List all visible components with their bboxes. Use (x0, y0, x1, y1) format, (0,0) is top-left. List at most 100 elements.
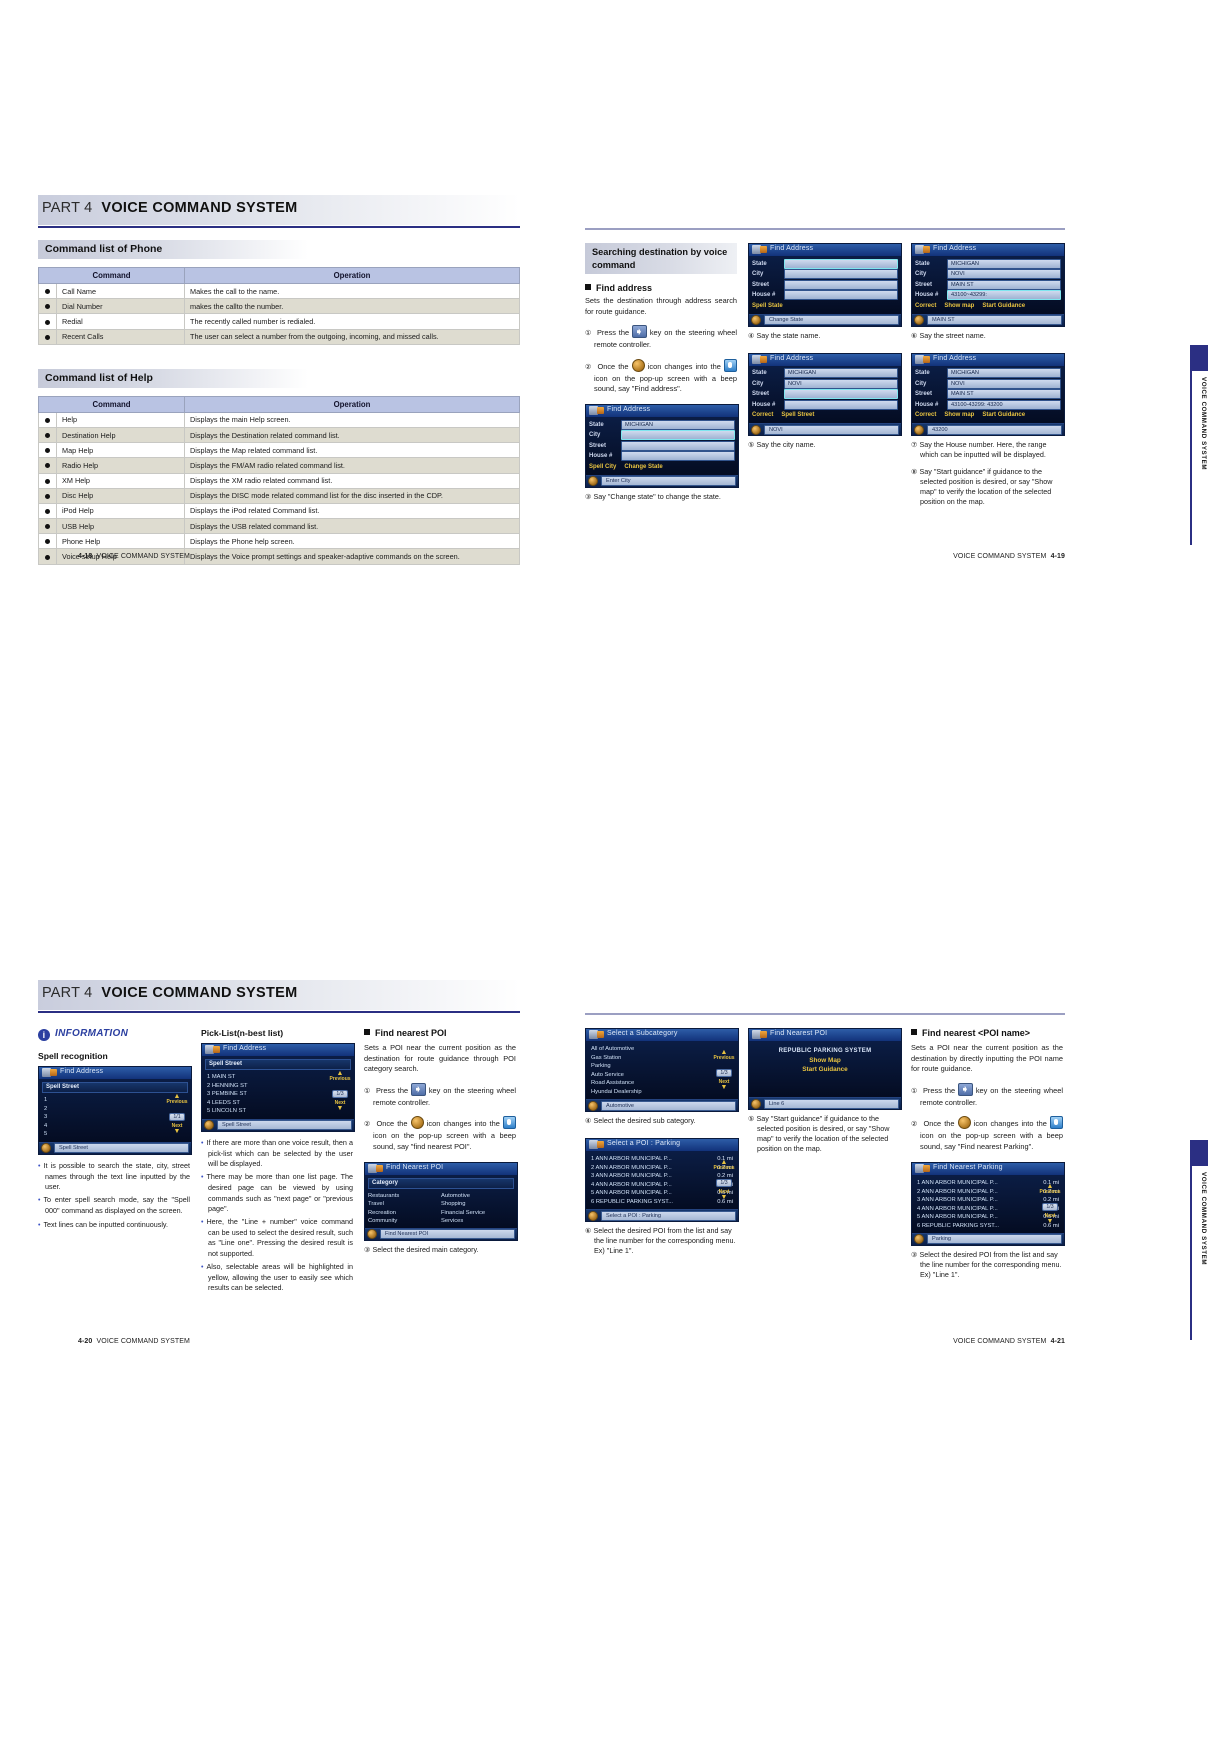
nav-pager-controls[interactable]: ▲ Previous 1/3 Next ▼ (712, 1049, 736, 1091)
nav-field-row[interactable]: City (752, 269, 898, 279)
nav-screen-poi-list[interactable]: Select a POI : Parking 1 ANN ARBOR MUNIC… (585, 1138, 739, 1222)
nav-screen-find-address-blank[interactable]: Find Address State MICHIGAN City Street H… (585, 404, 739, 488)
nav-field-row[interactable]: House # 43100-43299: 43200 (915, 399, 1061, 410)
previous-label[interactable]: Previous (712, 1165, 736, 1171)
chevron-down-icon[interactable]: ▼ (712, 1194, 736, 1201)
nav-field-label: City (589, 432, 601, 439)
nav-field-row[interactable]: City (589, 430, 735, 441)
nav-screen-find-nearest-poi-result[interactable]: Find Nearest POI REPUBLIC PARKING SYSTEM… (748, 1028, 902, 1110)
nav-field-row[interactable]: State MICHIGAN (915, 258, 1061, 269)
nav-field-row[interactable]: State MICHIGAN (915, 368, 1061, 378)
nav-field-row[interactable]: House # (752, 290, 898, 300)
nav-field-row[interactable]: City NOVI (915, 378, 1061, 389)
nav-field-row[interactable]: State MICHIGAN (752, 368, 898, 378)
nav-field-value[interactable] (621, 440, 735, 451)
poi-result-option[interactable]: Start Guidance (752, 1065, 898, 1074)
poi-category-item[interactable]: Financial Service (441, 1209, 514, 1218)
nav-field-value[interactable]: MAIN ST (947, 389, 1061, 399)
nav-field-value[interactable]: NOVI (784, 378, 898, 389)
nav-field-value[interactable]: MICHIGAN (621, 419, 735, 430)
nav-menu-item[interactable]: Show map (944, 412, 974, 418)
nav-field-value[interactable]: 43100~43299: (947, 290, 1061, 300)
nav-menu-item[interactable]: Change State (624, 464, 662, 470)
nav-field-value[interactable]: 43100-43299: 43200 (947, 399, 1061, 410)
nav-screen-house-filled[interactable]: Find Address State MICHIGAN City NOVI Stre… (911, 352, 1065, 436)
nav-field-value[interactable] (784, 399, 898, 410)
nav-screen-poi-category[interactable]: Find Nearest POI Category Restaurants Tr… (364, 1161, 518, 1241)
cell-operation: The user can select a number from the ou… (184, 328, 520, 345)
poi-category-item[interactable]: Shopping (441, 1200, 514, 1209)
nav-menu-item[interactable]: Show map (944, 303, 974, 309)
nav-pager-controls[interactable]: ▲ Previous 1/1 Next ▼ (165, 1093, 189, 1135)
poi-category-item[interactable]: Recreation (368, 1209, 441, 1218)
poi-category-item[interactable]: Travel (368, 1200, 441, 1209)
nav-screen-street-filled[interactable]: Find Address State MICHIGAN City NOVI Stre… (911, 243, 1065, 327)
nav-field-value[interactable]: MAIN ST (947, 279, 1061, 290)
nav-field-row[interactable]: Street (752, 279, 898, 290)
nav-field-value[interactable]: NOVI (947, 378, 1061, 389)
nav-pager-controls[interactable]: ▲ Previous 1/3 Next ▼ (328, 1070, 352, 1112)
nav-field-row[interactable]: State (752, 258, 898, 269)
nav-field-row[interactable]: Street (589, 440, 735, 451)
nav-field-value[interactable] (621, 451, 735, 462)
nav-field-value[interactable] (784, 389, 898, 399)
nav-field-value[interactable]: MICHIGAN (947, 258, 1061, 269)
nav-screen-city-filled[interactable]: Find Address State MICHIGAN City NOVI Stre… (748, 352, 902, 436)
nav-field-row[interactable]: House # (752, 399, 898, 410)
nav-field-row[interactable]: House # (589, 451, 735, 462)
nav-field-value[interactable] (784, 269, 898, 279)
nav-menu-item[interactable]: Spell State (752, 303, 783, 309)
nav-menu-item[interactable]: Start Guidance (982, 303, 1025, 309)
nav-field-value[interactable] (621, 430, 735, 441)
picklist-bullets: If there are more than one voice result,… (201, 1138, 353, 1294)
figure-caption-6: ⑥ Say the street name. (911, 330, 986, 340)
previous-label[interactable]: Previous (165, 1099, 189, 1105)
nav-menu-row: Correct Spell Street (752, 411, 898, 420)
nav-field-value[interactable]: NOVI (947, 269, 1061, 279)
nav-field-row[interactable]: House # 43100~43299: (915, 290, 1061, 300)
column-find-nearest-poi: Find nearest POI Sets a POI near the cur… (364, 1028, 518, 1255)
nav-menu-item[interactable]: Correct (915, 303, 936, 309)
nav-menu-item[interactable]: Start Guidance (982, 412, 1025, 418)
table-row: iPod Help Displays the iPod related Comma… (38, 502, 520, 520)
chevron-down-icon[interactable]: ▼ (1038, 1218, 1062, 1225)
nav-menu-item[interactable]: Spell City (589, 464, 616, 470)
nav-screen-picklist[interactable]: Find Address Spell Street 1 MAIN ST 2 HE… (201, 1043, 355, 1132)
nav-field-row[interactable]: State MICHIGAN (589, 419, 735, 430)
nav-field-value[interactable]: MICHIGAN (947, 368, 1061, 378)
nav-arrow-title-icon (50, 1069, 57, 1076)
nav-field-value[interactable] (784, 258, 898, 269)
previous-label[interactable]: Previous (712, 1055, 736, 1061)
nav-pager-controls[interactable]: ▲ Previous 1/3 Next ▼ (1038, 1183, 1062, 1225)
nav-menu-item[interactable]: Correct (915, 412, 936, 418)
nav-screen-spell-recognition[interactable]: Find Address Spell Street 1 2 3 4 5 ▲ Pr… (38, 1066, 192, 1155)
poi-category-item[interactable]: Automotive (441, 1192, 514, 1201)
nav-field-row[interactable]: City NOVI (915, 269, 1061, 279)
poi-category-item[interactable]: Restaurants (368, 1192, 441, 1201)
bullet-item: If there are more than one voice result,… (201, 1138, 353, 1170)
step-number: ② (911, 1121, 919, 1129)
nav-field-row[interactable]: City NOVI (752, 378, 898, 389)
nav-screen-find-nearest-parking[interactable]: Find Nearest Parking 1 ANN ARBOR MUNICIP… (911, 1161, 1065, 1246)
poi-category-item[interactable]: Community (368, 1217, 441, 1226)
nav-field-value[interactable]: MICHIGAN (784, 368, 898, 378)
caption-text: Say "Start guidance" if guidance to the … (919, 467, 1053, 506)
nav-pager-controls[interactable]: ▲ Previous 1/3 Next ▼ (712, 1159, 736, 1201)
nav-screen-subcategory[interactable]: Select a Subcategory All of Automotive G… (585, 1028, 739, 1112)
chevron-down-icon[interactable]: ▼ (712, 1084, 736, 1091)
nav-field-value[interactable] (784, 290, 898, 300)
nav-menu-item[interactable]: Correct (752, 412, 773, 418)
nav-field-row[interactable]: Street MAIN ST (915, 389, 1061, 399)
poi-result-option[interactable]: Show Map (752, 1056, 898, 1065)
poi-category-item[interactable]: Services (441, 1217, 514, 1226)
nav-field-row[interactable]: Street (752, 389, 898, 399)
nav-menu-item[interactable]: Spell Street (781, 412, 814, 418)
chevron-down-icon[interactable]: ▼ (165, 1128, 189, 1135)
chevron-down-icon[interactable]: ▼ (328, 1105, 352, 1112)
previous-label[interactable]: Previous (1038, 1189, 1062, 1195)
nav-field-value[interactable] (784, 279, 898, 290)
previous-label[interactable]: Previous (328, 1076, 352, 1082)
nav-field-label: City (752, 271, 764, 277)
nav-screen-find-address-empty[interactable]: Find Address State City Street House # S… (748, 243, 902, 327)
nav-field-row[interactable]: Street MAIN ST (915, 279, 1061, 290)
